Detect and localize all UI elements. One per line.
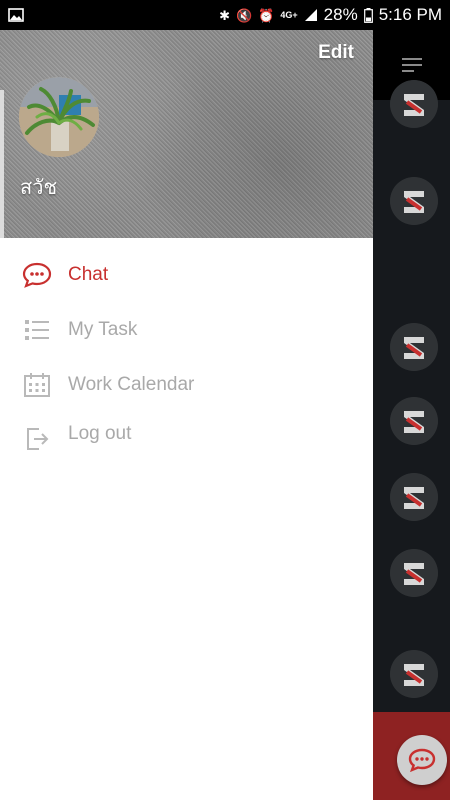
menu-item-work-calendar[interactable]: Work Calendar (0, 361, 373, 409)
chat-fab-button[interactable] (397, 735, 447, 785)
background-app-panel (373, 30, 450, 800)
alarm-icon: ⏰ (258, 7, 275, 23)
menu-item-label: Chat (68, 264, 109, 285)
mute-icon: 🔇 (236, 7, 253, 23)
avatar[interactable] (19, 77, 99, 157)
bottom-red-bar (373, 712, 450, 800)
chat-bubble-icon (22, 260, 52, 290)
signal-strength-icon (304, 9, 317, 21)
menu-item-my-task[interactable]: My Task (0, 306, 373, 354)
team-logo[interactable] (390, 397, 438, 445)
clock: 5:16 PM (378, 5, 442, 24)
status-bar: ✱ 🔇 ⏰ 4G+ 28% 5:16 PM (0, 0, 450, 30)
gallery-icon (8, 8, 24, 22)
logout-icon (22, 424, 52, 454)
status-left (8, 8, 24, 22)
task-list-icon (22, 315, 52, 345)
header-edge (0, 90, 4, 238)
team-logo[interactable] (390, 80, 438, 128)
network-type-label: 4G+ (280, 10, 298, 20)
battery-percent: 28% (323, 5, 358, 24)
team-logo[interactable] (390, 473, 438, 521)
team-logo[interactable] (390, 549, 438, 597)
menu-item-label: Work Calendar (68, 374, 195, 395)
navigation-drawer: Edit สวัช Chat My Task Work Calendar Log… (0, 30, 373, 800)
menu-item-label: My Task (68, 319, 138, 340)
hamburger-menu-icon[interactable] (401, 54, 422, 76)
user-name: สวัช (20, 177, 58, 199)
bluetooth-icon: ✱ (219, 7, 231, 23)
team-logo[interactable] (390, 177, 438, 225)
team-logo[interactable] (390, 650, 438, 698)
edit-button[interactable]: Edit (318, 42, 354, 64)
chat-bubble-icon (408, 748, 436, 772)
battery-icon (363, 7, 373, 23)
calendar-icon (22, 370, 52, 400)
team-logo[interactable] (390, 323, 438, 371)
menu-item-chat[interactable]: Chat (0, 251, 373, 299)
menu-item-log-out[interactable]: Log out (0, 410, 373, 458)
drawer-header: Edit สวัช (0, 30, 373, 238)
menu-item-label: Log out (68, 423, 132, 444)
status-right: ✱ 🔇 ⏰ 4G+ 28% 5:16 PM (219, 5, 442, 25)
